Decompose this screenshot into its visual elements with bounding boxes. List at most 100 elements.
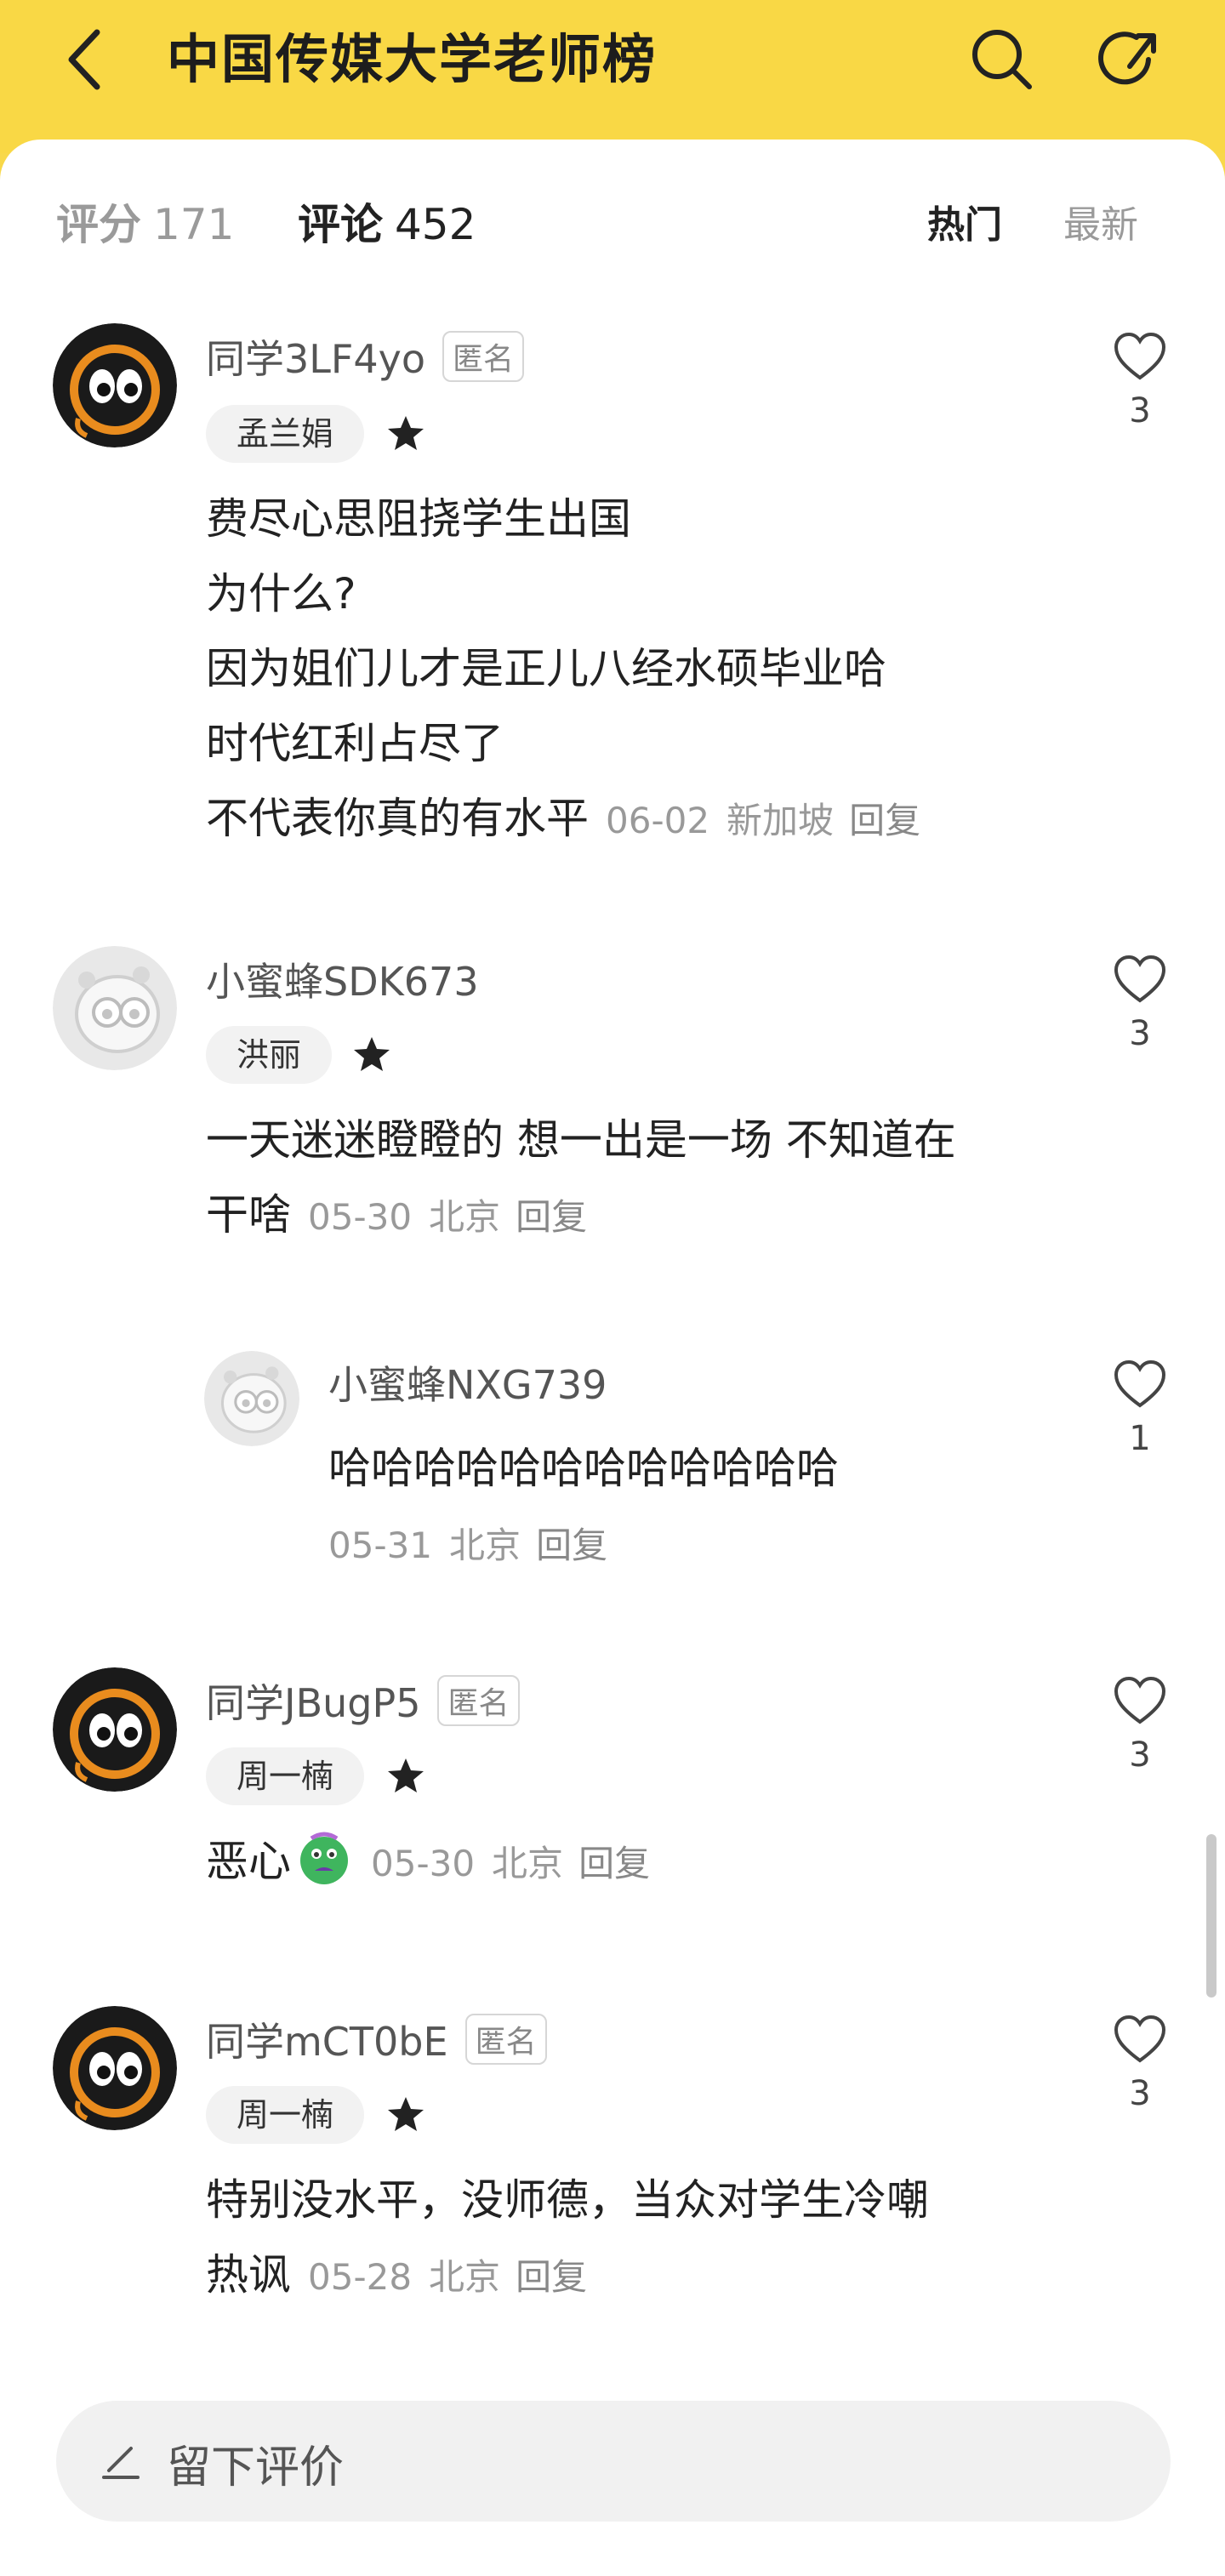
comment-line: 不代表你真的有水平 — [206, 794, 589, 843]
anon-tag: 匿名 — [464, 2014, 547, 2065]
reply-button[interactable]: 回复 — [516, 1196, 587, 1238]
comment-line: 一天迷迷瞪瞪的 想一出是一场 不知道在 — [206, 1115, 956, 1165]
like-button[interactable]: 1 — [1106, 1359, 1174, 1458]
share-icon — [1098, 31, 1156, 85]
avatar[interactable] — [53, 946, 177, 1070]
username: 同学3LF4yo 匿名 — [206, 328, 525, 385]
review-placeholder: 留下评价 — [167, 2442, 345, 2493]
comment-date: 05-28 — [308, 2256, 413, 2298]
comment-line: 因为姐们儿才是正儿八经水硕毕业哈 — [206, 644, 886, 693]
tab-rating-count: 171 — [153, 200, 235, 249]
comment-line: 热讽 — [206, 2250, 291, 2300]
comment-date: 05-30 — [371, 1843, 476, 1884]
like-count: 3 — [1129, 391, 1151, 430]
comment-text: 特别没水平，没师德，当众对学生冷嘲 热讽 05-28 北京 回复 — [206, 2163, 929, 2315]
sort-hot-button[interactable]: 热门 — [927, 194, 1002, 248]
comment-line: 时代红利占尽了 — [206, 719, 504, 768]
heart-icon — [1114, 1676, 1166, 1724]
like-button[interactable]: 3 — [1106, 332, 1174, 430]
teacher-chip[interactable]: 孟兰娟 — [206, 405, 365, 463]
comment-meta: 06-02 新加坡 回复 — [606, 800, 920, 841]
heart-icon — [1114, 2015, 1166, 2063]
comment-meta: 05-28 北京 回复 — [308, 2256, 587, 2298]
avatar[interactable] — [204, 1351, 299, 1446]
tab-comments-label: 评论 — [298, 200, 383, 249]
star-badge-icon — [388, 2097, 424, 2131]
review-input[interactable]: 留下评价 — [56, 2401, 1171, 2522]
sick-face-emoji-icon — [300, 1832, 348, 1884]
comment-date: 06-02 — [606, 800, 710, 841]
like-count: 3 — [1129, 1735, 1151, 1775]
tab-rating-label: 评分 — [56, 200, 141, 249]
like-button[interactable]: 3 — [1106, 1676, 1174, 1775]
teacher-chip[interactable]: 周一楠 — [206, 2086, 365, 2144]
tabs-row: 评分 171 评论 452 热门 最新 — [0, 191, 1225, 250]
comment-meta: 05-30 北京 回复 — [371, 1843, 650, 1884]
star-badge-icon — [388, 1758, 424, 1792]
teacher-chip[interactable]: 洪丽 — [206, 1026, 333, 1084]
avatar[interactable] — [53, 1667, 177, 1792]
reply-button[interactable]: 回复 — [578, 1843, 650, 1884]
reply-button[interactable]: 回复 — [516, 2256, 587, 2298]
pencil-icon — [102, 2447, 140, 2479]
reply-button[interactable]: 回复 — [849, 800, 920, 841]
heart-icon — [1114, 1359, 1166, 1408]
comment-date: 05-31 — [328, 1525, 433, 1566]
heart-icon — [1114, 955, 1166, 1003]
black-eyes-avatar-icon — [53, 1667, 177, 1792]
like-count: 1 — [1129, 1419, 1151, 1458]
like-button[interactable]: 3 — [1106, 955, 1174, 1053]
comment-location: 北京 — [429, 2256, 501, 2298]
back-button[interactable] — [51, 26, 119, 94]
comment-date: 05-30 — [308, 1196, 413, 1238]
username-text: 同学3LF4yo — [206, 336, 425, 382]
comment-location: 北京 — [492, 1843, 564, 1884]
comment-meta-row: 05-31 北京 回复 — [311, 1506, 607, 1583]
comment-location: 北京 — [449, 1525, 521, 1566]
teacher-chip[interactable]: 周一楠 — [206, 1747, 365, 1805]
grey-bee-avatar-icon — [53, 946, 177, 1070]
grey-bee-avatar-icon — [204, 1351, 299, 1446]
search-icon — [972, 30, 1032, 89]
username: 小蜜蜂SDK673 — [206, 951, 479, 1007]
comment-line: 费尽心思阻挠学生出国 — [206, 494, 631, 544]
username-text: 小蜜蜂NXG739 — [328, 1362, 607, 1408]
like-count: 3 — [1129, 2074, 1151, 2113]
comment-line: 干啥 — [206, 1190, 291, 1240]
username-text: 同学JBugP5 — [206, 1680, 421, 1726]
avatar[interactable] — [53, 2006, 177, 2130]
avatar[interactable] — [53, 323, 177, 447]
star-badge-icon — [388, 416, 424, 450]
comment-line: 特别没水平，没师德，当众对学生冷嘲 — [206, 2175, 929, 2225]
sort-new-button[interactable]: 最新 — [1063, 194, 1138, 248]
reply-button[interactable]: 回复 — [536, 1525, 607, 1566]
search-button[interactable] — [966, 24, 1038, 95]
black-eyes-avatar-icon — [53, 323, 177, 447]
username-text: 同学mCT0bE — [206, 2019, 448, 2065]
comment-location: 新加坡 — [726, 800, 835, 841]
top-bar: 中国传媒大学老师榜 — [0, 0, 1225, 153]
comment-meta: 05-30 北京 回复 — [308, 1196, 587, 1238]
comment-location: 北京 — [429, 1196, 501, 1238]
tab-comments[interactable]: 评论 452 — [298, 191, 476, 252]
share-button[interactable] — [1094, 24, 1165, 95]
like-count: 3 — [1129, 1014, 1151, 1053]
comment-line: 恶心 — [206, 1837, 291, 1886]
tab-rating[interactable]: 评分 171 — [56, 191, 234, 252]
scrollbar[interactable] — [1206, 1834, 1216, 1998]
chevron-left-icon — [68, 29, 100, 90]
black-eyes-avatar-icon — [53, 2006, 177, 2130]
anon-tag: 匿名 — [437, 1675, 520, 1726]
username: 同学mCT0bE 匿名 — [206, 2011, 547, 2067]
comment-text: 一天迷迷瞪瞪的 想一出是一场 不知道在 干啥 05-30 北京 回复 — [206, 1103, 956, 1255]
anon-tag: 匿名 — [442, 331, 525, 382]
comment-meta: 05-31 北京 回复 — [328, 1525, 607, 1566]
page-title: 中国传媒大学老师榜 — [167, 28, 658, 90]
like-button[interactable]: 3 — [1106, 2015, 1174, 2113]
tab-comments-count: 452 — [395, 200, 476, 249]
comment-line: 为什么? — [206, 569, 356, 618]
star-badge-icon — [354, 1037, 390, 1071]
comment-text: 费尽心思阻挠学生出国 为什么? 因为姐们儿才是正儿八经水硕毕业哈 时代红利占尽了… — [206, 482, 920, 858]
username: 小蜜蜂NXG739 — [328, 1354, 607, 1411]
comment-text: 恶心 05-30 北京 回复 — [206, 1824, 650, 1901]
